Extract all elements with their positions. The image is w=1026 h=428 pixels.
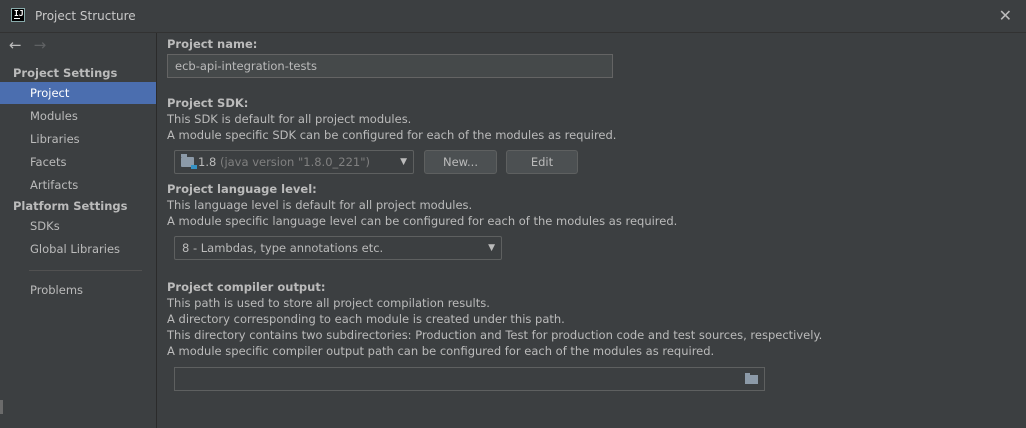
forward-arrow-icon: → xyxy=(33,36,47,54)
project-sdk-dropdown[interactable]: 1.8 (java version "1.8.0_221") ▼ xyxy=(174,150,414,174)
project-settings-header: Project Settings xyxy=(13,66,118,80)
sidebar-item-artifacts[interactable]: Artifacts xyxy=(0,174,156,196)
project-sdk-desc-2: A module specific SDK can be configured … xyxy=(167,128,617,142)
sdk-folder-icon xyxy=(181,154,197,169)
sidebar-item-project[interactable]: Project xyxy=(0,82,156,104)
back-arrow-icon[interactable]: ← xyxy=(9,36,22,54)
chevron-down-icon: ▼ xyxy=(400,157,407,167)
sidebar-item-problems[interactable]: Problems xyxy=(0,279,156,301)
project-name-label: Project name: xyxy=(167,37,258,51)
title-bar: IJ Project Structure ✕ xyxy=(0,0,1026,33)
sdk-version: 1.8 xyxy=(198,155,217,169)
compiler-output-label: Project compiler output: xyxy=(167,280,326,294)
sidebar: ← → Project Settings Project Modules Libr… xyxy=(0,33,157,428)
sidebar-item-facets[interactable]: Facets xyxy=(0,151,156,173)
sdk-version-detail: (java version "1.8.0_221") xyxy=(219,155,370,169)
compiler-output-desc-4: A module specific compiler output path c… xyxy=(167,344,715,358)
language-level-label: Project language level: xyxy=(167,182,317,196)
window-title: Project Structure xyxy=(35,9,136,23)
chevron-down-icon: ▼ xyxy=(488,243,495,253)
language-level-dropdown[interactable]: 8 - Lambdas, type annotations etc. ▼ xyxy=(174,236,502,260)
browse-folder-icon[interactable] xyxy=(745,373,758,384)
language-level-desc-1: This language level is default for all p… xyxy=(167,198,473,212)
window-edge-handle xyxy=(0,400,3,414)
compiler-output-desc-1: This path is used to store all project c… xyxy=(167,296,490,310)
language-level-desc-2: A module specific language level can be … xyxy=(167,214,678,228)
compiler-output-path-field[interactable] xyxy=(174,367,765,391)
sidebar-divider xyxy=(29,270,142,271)
sdk-edit-button[interactable]: Edit xyxy=(506,150,578,174)
project-sdk-label: Project SDK: xyxy=(167,96,249,110)
platform-settings-header: Platform Settings xyxy=(13,199,128,213)
sidebar-item-sdks[interactable]: SDKs xyxy=(0,215,156,237)
project-name-input[interactable] xyxy=(167,54,613,78)
sdk-new-button[interactable]: New... xyxy=(424,150,497,174)
project-sdk-desc-1: This SDK is default for all project modu… xyxy=(167,112,412,126)
nav-arrows: ← → xyxy=(9,36,46,54)
project-settings-panel: Project name: Project SDK: This SDK is d… xyxy=(157,33,1026,428)
compiler-output-desc-2: A directory corresponding to each module… xyxy=(167,312,565,326)
compiler-output-desc-3: This directory contains two subdirectori… xyxy=(167,328,823,342)
sidebar-item-global-libraries[interactable]: Global Libraries xyxy=(0,238,156,260)
sidebar-item-modules[interactable]: Modules xyxy=(0,105,156,127)
sidebar-item-libraries[interactable]: Libraries xyxy=(0,128,156,150)
language-level-value: 8 - Lambdas, type annotations etc. xyxy=(182,241,384,255)
intellij-logo-icon: IJ xyxy=(11,8,25,22)
close-icon[interactable]: ✕ xyxy=(999,6,1012,25)
